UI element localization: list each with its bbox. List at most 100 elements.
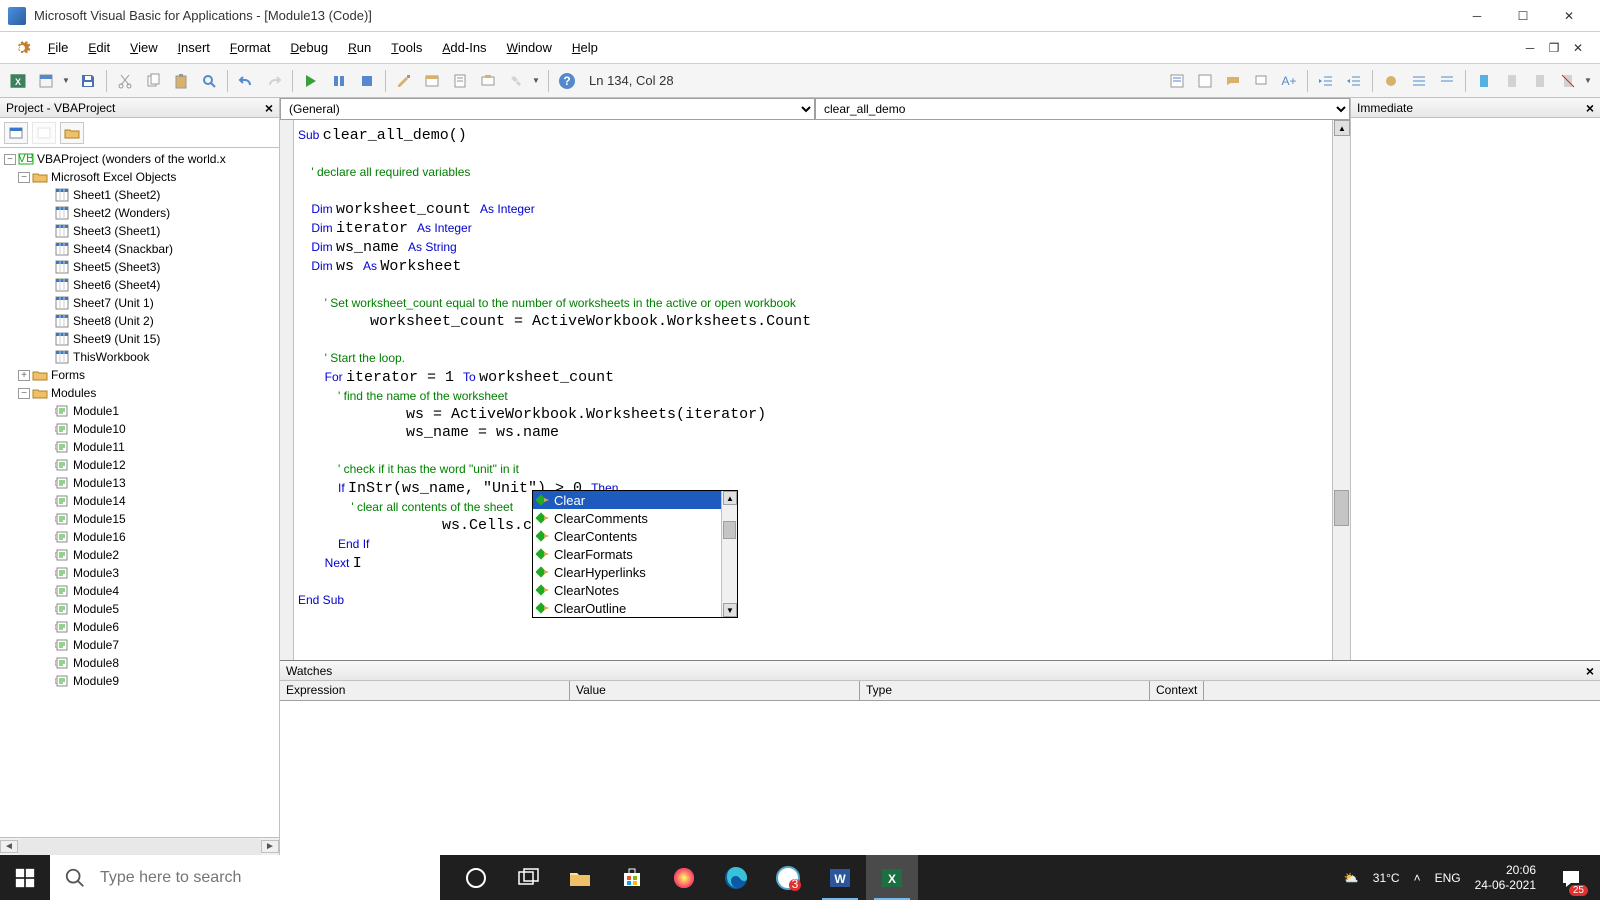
scroll-up-icon[interactable]: ▲ [1334,120,1350,136]
mdi-minimize-button[interactable]: ─ [1520,38,1540,58]
gear-icon[interactable] [12,38,32,58]
tree-module[interactable]: Module9 [0,672,279,690]
menu-window[interactable]: Window [497,36,562,59]
menu-help[interactable]: Help [562,36,608,59]
tree-module[interactable]: Module2 [0,546,279,564]
reset-icon[interactable] [355,69,379,93]
watches-col-header[interactable]: Type [860,681,1150,700]
tree-module[interactable]: Module7 [0,636,279,654]
object-browser-icon[interactable] [476,69,500,93]
microsoft-store-icon[interactable] [606,855,658,900]
menu-insert[interactable]: Insert [168,36,220,59]
taskbar-search[interactable] [50,855,440,900]
uncomment-block-icon[interactable] [1435,69,1459,93]
scroll-thumb[interactable] [1334,490,1349,526]
intellisense-item[interactable]: ClearHyperlinks [533,563,737,581]
run-icon[interactable] [299,69,323,93]
temperature[interactable]: 31°C [1373,871,1400,885]
comment-block-icon[interactable] [1407,69,1431,93]
undo-icon[interactable] [234,69,258,93]
menu-tools[interactable]: Tools [381,36,432,59]
paste-icon[interactable] [169,69,193,93]
scroll-up-icon[interactable]: ▲ [723,491,737,505]
close-icon[interactable]: × [1586,663,1594,679]
tree-module[interactable]: Module6 [0,618,279,636]
dropdown-icon[interactable]: ▼ [62,76,72,85]
tree-sheet[interactable]: Sheet5 (Sheet3) [0,258,279,276]
intellisense-item[interactable]: ClearContents [533,527,737,545]
tree-sheet[interactable]: Sheet3 (Sheet1) [0,222,279,240]
intellisense-scrollbar[interactable]: ▲ ▼ [721,491,737,617]
task-view-icon[interactable] [502,855,554,900]
tree-module[interactable]: Module13 [0,474,279,492]
tree-module[interactable]: Module14 [0,492,279,510]
indent-icon[interactable] [1314,69,1338,93]
mdi-close-button[interactable]: ✕ [1568,38,1588,58]
project-root[interactable]: −VBVBAProject (wonders of the world.x [0,150,279,168]
list-constants-icon[interactable] [1193,69,1217,93]
modules-folder[interactable]: −Modules [0,384,279,402]
tray-chevron-icon[interactable]: ˄ [1414,871,1421,885]
word-icon[interactable]: W [814,855,866,900]
save-icon[interactable] [76,69,100,93]
complete-word-icon[interactable]: A+ [1277,69,1301,93]
tree-sheet[interactable]: Sheet7 (Unit 1) [0,294,279,312]
copy-icon[interactable] [141,69,165,93]
mdi-restore-button[interactable]: ❐ [1544,38,1564,58]
intellisense-popup[interactable]: ClearClearCommentsClearContentsClearForm… [532,490,738,618]
weather-icon[interactable]: ⛅ [1344,871,1359,885]
project-hscrollbar[interactable]: ◄ ► [0,837,279,855]
tree-module[interactable]: Module5 [0,600,279,618]
tree-module[interactable]: Module12 [0,456,279,474]
tree-sheet[interactable]: ThisWorkbook [0,348,279,366]
intellisense-item[interactable]: ClearNotes [533,581,737,599]
app-badge-icon[interactable]: 3 [762,855,814,900]
insert-module-icon[interactable] [34,69,58,93]
scroll-right-icon[interactable]: ► [261,840,279,853]
notifications-icon[interactable]: 25 [1550,855,1592,900]
watches-column-headers[interactable]: ExpressionValueTypeContext [280,681,1600,701]
breakpoint-icon[interactable] [1379,69,1403,93]
design-mode-icon[interactable] [392,69,416,93]
find-icon[interactable] [197,69,221,93]
break-icon[interactable] [327,69,351,93]
tree-sheet[interactable]: Sheet1 (Sheet2) [0,186,279,204]
menu-view[interactable]: View [120,36,168,59]
dropdown-icon[interactable]: ▼ [1584,76,1594,85]
edge-icon[interactable] [710,855,762,900]
toolbox-icon[interactable] [504,69,528,93]
tree-module[interactable]: Module4 [0,582,279,600]
tree-sheet[interactable]: Sheet9 (Unit 15) [0,330,279,348]
next-bookmark-icon[interactable] [1500,69,1524,93]
menu-debug[interactable]: Debug [280,36,338,59]
close-icon[interactable]: × [265,100,273,116]
tree-sheet[interactable]: Sheet6 (Sheet4) [0,276,279,294]
prev-bookmark-icon[interactable] [1528,69,1552,93]
menu-edit[interactable]: Edit [78,36,120,59]
language-indicator[interactable]: ENG [1435,871,1461,885]
file-explorer-icon[interactable] [554,855,606,900]
tree-sheet[interactable]: Sheet2 (Wonders) [0,204,279,222]
taskbar-clock[interactable]: 20:06 24-06-2021 [1475,863,1536,893]
bookmark-toggle-icon[interactable] [1472,69,1496,93]
start-button[interactable] [0,855,50,900]
intellisense-item[interactable]: ClearOutline [533,599,737,617]
tree-module[interactable]: Module3 [0,564,279,582]
list-properties-icon[interactable] [1165,69,1189,93]
scroll-thumb[interactable] [723,521,736,539]
minimize-button[interactable]: ─ [1454,0,1500,31]
tree-module[interactable]: Module1 [0,402,279,420]
help-icon[interactable]: ? [555,69,579,93]
outdent-icon[interactable] [1342,69,1366,93]
close-button[interactable]: ✕ [1546,0,1592,31]
scroll-left-icon[interactable]: ◄ [0,840,18,853]
properties-icon[interactable] [448,69,472,93]
cortana-icon[interactable] [450,855,502,900]
tree-sheet[interactable]: Sheet4 (Snackbar) [0,240,279,258]
intellisense-item[interactable]: ClearFormats [533,545,737,563]
tree-module[interactable]: Module15 [0,510,279,528]
watches-col-header[interactable]: Expression [280,681,570,700]
toggle-folders-icon[interactable] [60,122,84,144]
scroll-track[interactable] [18,839,261,855]
watches-col-header[interactable]: Value [570,681,860,700]
